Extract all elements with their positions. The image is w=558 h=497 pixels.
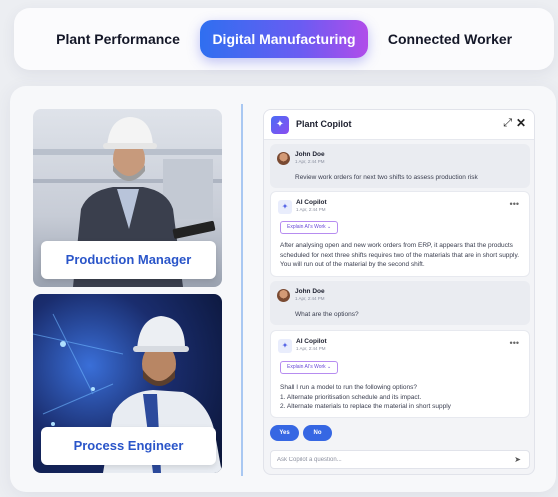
solution-tab-bar: Plant Performance Digital Manufacturing … (14, 8, 554, 70)
more-options-icon[interactable]: ••• (510, 199, 519, 209)
chevron-down-icon: ⌄ (327, 364, 332, 370)
copilot-window: ✦ Plant Copilot ⤢ ✕ John Doe 1 Apr, 2:44… (263, 109, 535, 475)
more-options-icon[interactable]: ••• (510, 338, 519, 348)
message-sender: AI Copilot (296, 338, 327, 345)
message-text: After analysing open and new work orders… (280, 242, 520, 268)
message-time: 1 Apr, 2:44 PM (296, 346, 326, 351)
explain-label: Explain AI's Work (287, 224, 326, 230)
explain-ai-work-button[interactable]: Explain AI's Work ⌄ (280, 361, 339, 374)
chat-message-ai: ✦ AI Copilot 1 Apr, 2:44 PM ••• Explain … (270, 191, 530, 277)
tab-connected-worker[interactable]: Connected Worker (380, 20, 520, 58)
vertical-divider (241, 104, 243, 476)
copilot-title: Plant Copilot (296, 119, 352, 129)
message-text: Shall I run a model to run the following… (280, 383, 521, 412)
expand-icon[interactable]: ⤢ (503, 117, 512, 130)
message-sender: AI Copilot (296, 199, 327, 206)
explain-label: Explain AI's Work (287, 364, 326, 370)
persona-label: Production Manager (41, 241, 216, 279)
close-icon[interactable]: ✕ (516, 116, 526, 130)
copilot-header: ✦ Plant Copilot ⤢ ✕ (264, 110, 534, 140)
message-text: What are the options? (295, 311, 359, 318)
tab-plant-performance[interactable]: Plant Performance (48, 20, 188, 58)
ai-sparkle-icon: ✦ (278, 339, 292, 353)
option-line: 1. Alternate prioritisation schedule and… (280, 393, 422, 401)
message-time: 1 Apr, 2:44 PM (296, 207, 326, 212)
copilot-sparkle-icon: ✦ (271, 116, 289, 134)
ask-copilot-input[interactable] (277, 454, 502, 466)
chat-message-user: John Doe 1 Apr, 2:44 PM What are the opt… (270, 281, 530, 325)
chat-message-ai: ✦ AI Copilot 1 Apr, 2:44 PM ••• Explain … (270, 330, 530, 418)
avatar (277, 152, 290, 165)
ai-sparkle-icon: ✦ (278, 200, 292, 214)
persona-label: Process Engineer (41, 427, 216, 465)
chevron-down-icon: ⌄ (327, 224, 332, 230)
chat-message-user: John Doe 1 Apr, 2:44 PM Review work orde… (270, 144, 530, 188)
persona-card-production-manager[interactable]: Production Manager (33, 109, 222, 287)
option-line: Shall I run a model to run the following… (280, 384, 417, 391)
explain-ai-work-button[interactable]: Explain AI's Work ⌄ (280, 221, 339, 234)
yes-button[interactable]: Yes (270, 425, 299, 441)
message-time: 1 Apr, 2:44 PM (295, 296, 325, 301)
message-sender: John Doe (295, 288, 325, 295)
message-text: Review work orders for next two shifts t… (295, 174, 478, 181)
message-sender: John Doe (295, 151, 325, 158)
avatar (277, 289, 290, 302)
send-icon[interactable]: ➤ (514, 455, 521, 464)
ask-copilot-field: ➤ (270, 450, 530, 469)
no-button[interactable]: No (303, 425, 332, 441)
persona-card-process-engineer[interactable]: Process Engineer (33, 294, 222, 473)
tab-digital-manufacturing[interactable]: Digital Manufacturing (200, 20, 368, 58)
message-time: 1 Apr, 2:44 PM (295, 159, 325, 164)
option-line: 2. Alternate materials to replace the ma… (280, 403, 451, 410)
